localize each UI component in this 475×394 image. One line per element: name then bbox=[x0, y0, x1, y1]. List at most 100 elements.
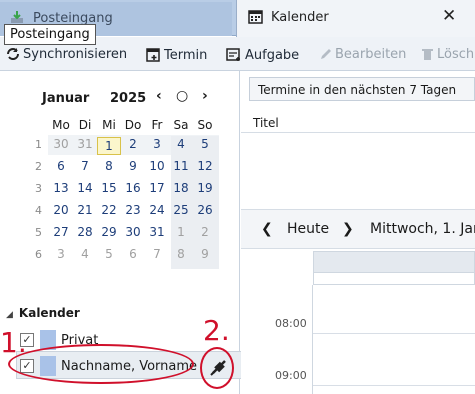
new-event-button[interactable]: Termin bbox=[146, 47, 207, 63]
today-button[interactable]: Heute bbox=[287, 221, 329, 237]
day-cell[interactable]: 8 bbox=[97, 159, 121, 173]
day-cell[interactable]: 14 bbox=[73, 181, 97, 195]
dow-mo: Mo bbox=[52, 118, 70, 132]
day-cell[interactable]: 20 bbox=[49, 203, 73, 217]
day-navigation-bar: ❮ Heute ❯ Mittwoch, 1. Jan bbox=[241, 209, 475, 249]
week-number: 5 bbox=[35, 226, 42, 239]
day-cell[interactable]: 8 bbox=[169, 247, 193, 261]
pencil-icon bbox=[321, 49, 331, 59]
year-label[interactable]: 2025 bbox=[110, 91, 146, 106]
today-circle-button[interactable]: ○ bbox=[176, 88, 188, 104]
annotation-ellipse-calendar bbox=[8, 344, 194, 384]
delete-label: Lösch bbox=[437, 47, 475, 62]
day-cell[interactable]: 13 bbox=[49, 181, 73, 195]
prev-month-button[interactable]: ‹ bbox=[156, 88, 162, 104]
day-cell[interactable]: 6 bbox=[49, 159, 73, 173]
day-cell[interactable]: 15 bbox=[97, 181, 121, 195]
tab-calendar-label: Kalender bbox=[271, 10, 329, 25]
today-day-cell[interactable]: 1 bbox=[97, 137, 121, 155]
day-cell[interactable]: 9 bbox=[193, 247, 217, 261]
day-cell[interactable]: 11 bbox=[169, 159, 193, 173]
dow-fr: Fr bbox=[151, 118, 163, 132]
date-label: Mittwoch, 1. Jan bbox=[370, 221, 475, 237]
day-cell[interactable]: 2 bbox=[121, 137, 145, 151]
day-cell[interactable]: 16 bbox=[121, 181, 145, 195]
day-cell[interactable]: 4 bbox=[169, 137, 193, 151]
day-cell[interactable]: 1 bbox=[169, 225, 193, 239]
trash-icon bbox=[422, 49, 433, 60]
calendar-icon bbox=[248, 10, 263, 24]
next-day-button[interactable]: ❯ bbox=[342, 221, 354, 237]
new-event-icon bbox=[146, 48, 160, 62]
day-cell[interactable]: 3 bbox=[49, 247, 73, 261]
new-task-label: Aufgabe bbox=[245, 48, 300, 63]
week-number: 1 bbox=[35, 138, 42, 151]
dow-sa: Sa bbox=[173, 118, 189, 132]
day-cell[interactable]: 28 bbox=[73, 225, 97, 239]
time-column: 08:00 09:00 bbox=[241, 285, 313, 394]
prev-day-button[interactable]: ❮ bbox=[261, 221, 273, 237]
day-cell[interactable]: 27 bbox=[49, 225, 73, 239]
day-cell[interactable]: 24 bbox=[145, 203, 169, 217]
day-column-header bbox=[313, 251, 475, 273]
day-cell[interactable]: 29 bbox=[97, 225, 121, 239]
week-number: 4 bbox=[35, 204, 42, 217]
close-tab-icon[interactable]: ✕ bbox=[442, 6, 456, 26]
hour-line bbox=[313, 333, 475, 334]
day-cell[interactable]: 7 bbox=[73, 159, 97, 173]
day-cell[interactable]: 26 bbox=[193, 203, 217, 217]
day-cell[interactable]: 17 bbox=[145, 181, 169, 195]
edit-button[interactable]: Bearbeiten bbox=[319, 47, 406, 62]
day-cell[interactable]: 22 bbox=[97, 203, 121, 217]
day-cell[interactable]: 12 bbox=[193, 159, 217, 173]
calendar-list-heading-label: Kalender bbox=[18, 306, 80, 320]
new-task-icon bbox=[226, 48, 240, 61]
day-cell[interactable]: 5 bbox=[97, 247, 121, 261]
sync-label: Synchronisieren bbox=[23, 47, 128, 62]
agenda-header[interactable]: Termine in den nächsten 7 Tagen bbox=[249, 77, 475, 101]
week-number: 3 bbox=[35, 182, 42, 195]
delete-button[interactable]: Lösch bbox=[421, 47, 474, 62]
time-label: 08:00 bbox=[275, 317, 307, 330]
day-cell[interactable]: 4 bbox=[73, 247, 97, 261]
month-label[interactable]: Januar bbox=[42, 91, 89, 106]
annotation-marker-2: 2. bbox=[203, 314, 230, 347]
day-cell[interactable]: 31 bbox=[73, 137, 97, 151]
dow-mi: Mi bbox=[102, 118, 116, 132]
hour-line bbox=[313, 385, 475, 386]
calendar-list-heading[interactable]: ◢ Kalender bbox=[6, 306, 80, 320]
column-title-label: Titel bbox=[253, 116, 279, 130]
all-day-row[interactable] bbox=[313, 273, 475, 285]
agenda-column-header[interactable]: Titel bbox=[241, 111, 475, 133]
right-pane: Termine in den nächsten 7 Tagen Titel ❮ … bbox=[241, 71, 475, 394]
tooltip: Posteingang bbox=[4, 24, 96, 45]
edit-label: Bearbeiten bbox=[335, 47, 407, 62]
day-cell[interactable]: 23 bbox=[121, 203, 145, 217]
sync-icon bbox=[7, 48, 19, 60]
day-cell[interactable]: 18 bbox=[169, 181, 193, 195]
dow-do: Do bbox=[124, 118, 142, 132]
agenda-header-label: Termine in den nächsten 7 Tagen bbox=[258, 83, 457, 97]
collapse-triangle-icon[interactable]: ◢ bbox=[6, 310, 13, 320]
day-cell[interactable]: 30 bbox=[49, 137, 73, 151]
day-cell[interactable]: 31 bbox=[145, 225, 169, 239]
week-number: 2 bbox=[35, 160, 42, 173]
day-cell[interactable]: 21 bbox=[73, 203, 97, 217]
next-month-button[interactable]: › bbox=[202, 88, 208, 104]
day-cell[interactable]: 5 bbox=[193, 137, 217, 151]
day-cell[interactable]: 7 bbox=[145, 247, 169, 261]
dow-di: Di bbox=[78, 118, 92, 132]
day-cell[interactable]: 6 bbox=[121, 247, 145, 261]
day-cell[interactable]: 30 bbox=[121, 225, 145, 239]
new-task-button[interactable]: Aufgabe bbox=[226, 47, 299, 63]
day-cell[interactable]: 2 bbox=[193, 225, 217, 239]
sync-button[interactable]: Synchronisieren bbox=[6, 47, 127, 62]
tab-calendar[interactable]: Kalender ✕ bbox=[236, 0, 475, 37]
day-cell[interactable]: 10 bbox=[145, 159, 169, 173]
day-cell[interactable]: 3 bbox=[145, 137, 169, 151]
day-cell[interactable]: 25 bbox=[169, 203, 193, 217]
new-event-label: Termin bbox=[164, 48, 208, 63]
time-label: 09:00 bbox=[275, 369, 307, 382]
day-cell[interactable]: 19 bbox=[193, 181, 217, 195]
day-cell[interactable]: 9 bbox=[121, 159, 145, 173]
